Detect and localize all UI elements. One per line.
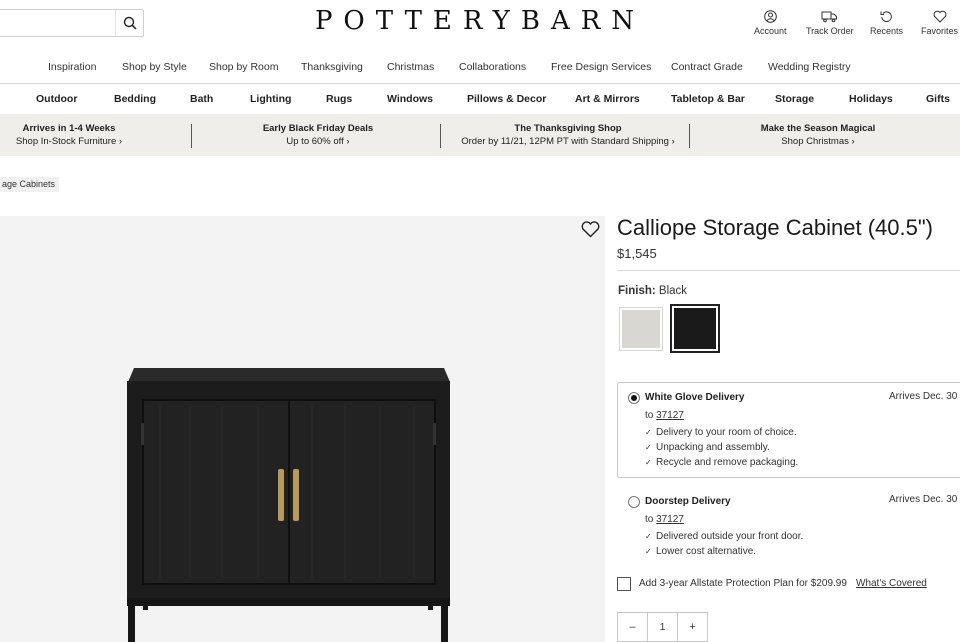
finish-value: Black: [658, 285, 688, 297]
finish-label: Finish: Black: [618, 285, 687, 297]
promo-subtitle: Shop Christmas ›: [781, 136, 855, 147]
category-windows[interactable]: Windows: [387, 93, 433, 105]
doorstep-zip-line: to 37127: [645, 514, 684, 525]
category-gifts[interactable]: Gifts: [926, 93, 950, 105]
promo-black-friday[interactable]: Early Black Friday Deals Up to 60% off ›: [230, 122, 406, 148]
white-glove-title: White Glove Delivery: [645, 392, 745, 403]
doorstep-bullet: ✓ Lower cost alternative.: [645, 546, 757, 557]
product-image[interactable]: [0, 216, 605, 642]
nav-inspiration[interactable]: Inspiration: [48, 61, 96, 73]
check-icon: ✓: [645, 443, 652, 452]
category-bath[interactable]: Bath: [190, 93, 213, 105]
nav-divider: [0, 83, 960, 84]
quantity-stepper: – 1 +: [617, 612, 708, 642]
white-glove-bullet: ✓ Unpacking and assembly.: [645, 442, 770, 453]
doorstep-title: Doorstep Delivery: [645, 496, 731, 507]
promo-thanksgiving[interactable]: The Thanksgiving Shop Order by 11/21, 12…: [456, 122, 680, 148]
cabinet-illustration: [127, 368, 450, 642]
check-icon: ✓: [645, 458, 652, 467]
category-pillows-decor[interactable]: Pillows & Decor: [467, 93, 546, 105]
quantity-input[interactable]: 1: [647, 613, 678, 641]
nav-free-design-services[interactable]: Free Design Services: [551, 61, 651, 73]
promo-title: Make the Season Magical: [760, 123, 876, 134]
promo-in-stock[interactable]: Arrives in 1-4 Weeks Shop In-Stock Furni…: [0, 122, 138, 148]
promo-title: Arrives in 1-4 Weeks: [22, 123, 116, 134]
recents-icon: [880, 11, 892, 22]
category-lighting[interactable]: Lighting: [250, 93, 291, 105]
favorites-label: Favorites: [921, 26, 959, 36]
category-storage[interactable]: Storage: [775, 93, 814, 105]
promo-christmas[interactable]: Make the Season Magical Shop Christmas ›: [740, 122, 896, 148]
heart-icon: [581, 221, 600, 238]
track-order-label: Track Order: [806, 26, 854, 36]
swatch-white[interactable]: [619, 307, 663, 351]
promo-subtitle: Shop In-Stock Furniture ›: [15, 136, 123, 147]
category-bedding[interactable]: Bedding: [114, 93, 156, 105]
white-glove-arrives: Arrives Dec. 30 -: [889, 391, 960, 402]
white-glove-bullet: ✓ Recycle and remove packaging.: [645, 457, 799, 468]
white-glove-radio[interactable]: [628, 392, 640, 404]
favorites-link[interactable]: Favorites: [921, 10, 958, 36]
category-outdoor[interactable]: Outdoor: [36, 93, 77, 105]
nav-collaborations[interactable]: Collaborations: [459, 61, 526, 73]
product-title: Calliope Storage Cabinet (40.5"): [617, 215, 933, 240]
track-order-link[interactable]: Track Order: [806, 10, 854, 36]
promo-title: The Thanksgiving Shop: [514, 123, 622, 134]
category-holidays[interactable]: Holidays: [849, 93, 893, 105]
promo-divider: [191, 124, 192, 148]
promo-divider: [440, 124, 441, 148]
promo-subtitle: Up to 60% off ›: [286, 136, 350, 147]
category-art-mirrors[interactable]: Art & Mirrors: [575, 93, 640, 105]
recents-label: Recents: [870, 26, 904, 36]
zip-link[interactable]: 37127: [656, 410, 684, 421]
account-icon: [763, 10, 777, 23]
account-label: Account: [754, 26, 787, 36]
category-rugs[interactable]: Rugs: [326, 93, 352, 105]
zip-link[interactable]: 37127: [656, 514, 684, 525]
nav-shop-by-style[interactable]: Shop by Style: [122, 61, 187, 73]
nav-christmas[interactable]: Christmas: [387, 61, 434, 73]
check-icon: ✓: [645, 428, 652, 437]
doorstep-arrives: Arrives Dec. 30 -: [889, 494, 960, 505]
nav-wedding-registry[interactable]: Wedding Registry: [768, 61, 851, 73]
nav-thanksgiving[interactable]: Thanksgiving: [301, 61, 363, 73]
account-link[interactable]: Account: [754, 10, 787, 36]
promo-subtitle: Order by 11/21, 12PM PT with Standard Sh…: [461, 136, 675, 147]
truck-icon: [821, 11, 838, 23]
details-divider: [617, 270, 960, 271]
nav-contract-grade[interactable]: Contract Grade: [671, 61, 743, 73]
promo-bar: Arrives in 1-4 Weeks Shop In-Stock Furni…: [0, 114, 960, 156]
check-icon: ✓: [645, 532, 652, 541]
category-tabletop-bar[interactable]: Tabletop & Bar: [671, 93, 745, 105]
whats-covered-link[interactable]: What's Covered: [856, 578, 927, 589]
doorstep-radio[interactable]: [628, 496, 640, 508]
breadcrumb[interactable]: age Cabinets: [0, 177, 60, 192]
finish-label-key: Finish:: [618, 285, 656, 297]
product-price: $1,545: [617, 246, 657, 261]
nav-shop-by-room[interactable]: Shop by Room: [209, 61, 278, 73]
heart-icon: [933, 10, 946, 23]
protection-plan-label: Add 3-year Allstate Protection Plan for …: [639, 578, 847, 589]
recents-link[interactable]: Recents: [870, 10, 903, 36]
promo-title: Early Black Friday Deals: [262, 123, 374, 134]
doorstep-bullet: ✓ Delivered outside your front door.: [645, 531, 804, 542]
check-icon: ✓: [645, 547, 652, 556]
protection-plan-checkbox[interactable]: [617, 577, 631, 591]
white-glove-bullet: ✓ Delivery to your room of choice.: [645, 427, 797, 438]
main-nav: Inspiration Shop by Style Shop by Room T…: [0, 61, 960, 75]
category-nav: Outdoor Bedding Bath Lighting Rugs Windo…: [0, 93, 960, 107]
add-to-favorites-button[interactable]: [581, 221, 601, 241]
promo-divider: [689, 124, 690, 148]
to-label: to: [645, 410, 654, 421]
to-label: to: [645, 514, 654, 525]
white-glove-zip-line: to 37127: [645, 410, 684, 421]
swatch-black[interactable]: [670, 304, 720, 353]
increase-quantity-button[interactable]: +: [678, 613, 707, 641]
decrease-quantity-button[interactable]: –: [618, 613, 647, 641]
